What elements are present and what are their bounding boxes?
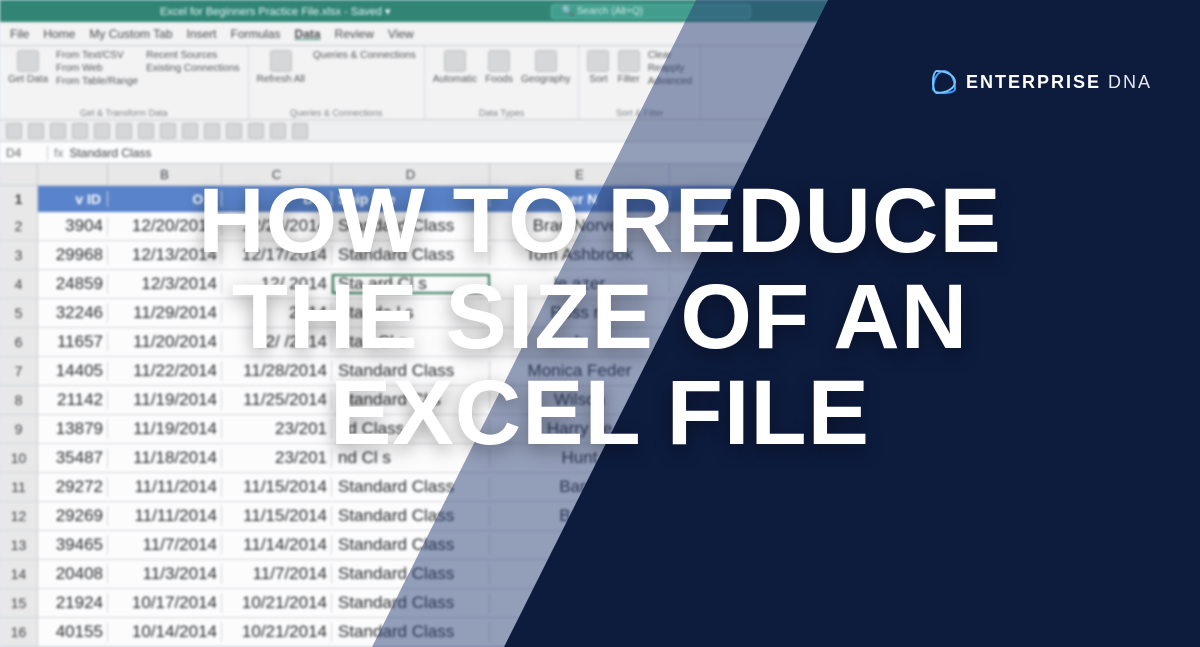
ribbon-group-queries: Refresh All Queries & Connections Querie… <box>249 46 425 119</box>
cell[interactable]: 29269 <box>38 506 108 526</box>
cell[interactable]: 20408 <box>38 564 108 584</box>
dt-automatic-label: Automatic <box>433 74 477 85</box>
from-table-range[interactable]: From Table/Range <box>56 76 138 88</box>
fx-icon[interactable]: fx <box>48 146 69 160</box>
tab-formulas[interactable]: Formulas <box>231 27 281 41</box>
filter-icon <box>618 50 640 72</box>
qat-icon[interactable] <box>182 123 198 139</box>
cell[interactable]: 11/15/2014 <box>222 477 332 497</box>
geography-icon <box>535 50 557 72</box>
dt-geography[interactable]: Geography <box>521 50 570 85</box>
row-number[interactable]: 11 <box>0 473 38 501</box>
cell[interactable]: 11/11/2014 <box>108 477 222 497</box>
get-data-icon <box>17 50 39 72</box>
dna-icon <box>932 70 956 94</box>
get-data-button[interactable]: Get Data <box>8 50 48 85</box>
cell[interactable]: 11/11/2014 <box>108 506 222 526</box>
cell[interactable]: 10/17/2014 <box>108 593 222 613</box>
tab-review[interactable]: Review <box>335 27 374 41</box>
qat-icon[interactable] <box>248 123 264 139</box>
sort-button[interactable]: Sort <box>587 50 609 85</box>
qat-icon[interactable] <box>28 123 44 139</box>
cell[interactable]: 10/21/2014 <box>222 593 332 613</box>
refresh-all-button[interactable]: Refresh All <box>257 50 305 85</box>
refresh-icon <box>270 50 292 72</box>
ribbon-group-caption: Queries & Connections <box>257 108 416 118</box>
qat-icon[interactable] <box>204 123 220 139</box>
tab-home[interactable]: Home <box>43 27 75 41</box>
cell[interactable]: 11/15/2014 <box>222 506 332 526</box>
qat-icon[interactable] <box>138 123 154 139</box>
qat-icon[interactable] <box>292 123 308 139</box>
qat-icon[interactable] <box>50 123 66 139</box>
formula-input[interactable]: Standard Class <box>69 146 151 160</box>
qat-icon[interactable] <box>72 123 88 139</box>
ribbon-group-caption: Get & Transform Data <box>8 108 240 118</box>
cell[interactable]: 11/3/2014 <box>108 564 222 584</box>
headline-line-2: THE SIZE OF AN <box>0 272 1200 362</box>
row-number[interactable]: 12 <box>0 502 38 530</box>
qat-icon[interactable] <box>270 123 286 139</box>
row-number[interactable]: 16 <box>0 618 38 646</box>
cell[interactable]: 11/7/2014 <box>222 564 332 584</box>
refresh-all-label: Refresh All <box>257 74 305 85</box>
get-data-label: Get Data <box>8 74 48 85</box>
cell[interactable]: 11/7/2014 <box>108 535 222 555</box>
qat-icon[interactable] <box>94 123 110 139</box>
cell[interactable]: 21924 <box>38 593 108 613</box>
filter-label: Filter <box>617 74 639 85</box>
cell[interactable]: 11/14/2014 <box>222 535 332 555</box>
foods-icon <box>488 50 510 72</box>
qat-icon[interactable] <box>116 123 132 139</box>
sort-label: Sort <box>589 74 607 85</box>
headline-line-3: EXCEL FILE <box>0 368 1200 458</box>
automatic-icon <box>444 50 466 72</box>
filter-button[interactable]: Filter <box>617 50 639 85</box>
tab-data[interactable]: Data <box>295 27 321 41</box>
ribbon-group-getdata: Get Data From Text/CSV From Web From Tab… <box>0 46 249 119</box>
name-box[interactable]: D4 <box>0 146 48 160</box>
row-number[interactable]: 14 <box>0 560 38 588</box>
dt-automatic[interactable]: Automatic <box>433 50 477 85</box>
ribbon-group-caption: Data Types <box>433 108 571 118</box>
from-web[interactable]: From Web <box>56 63 138 75</box>
existing-connections[interactable]: Existing Connections <box>146 63 239 75</box>
row-number[interactable]: 13 <box>0 531 38 559</box>
from-text-csv[interactable]: From Text/CSV <box>56 50 138 62</box>
dt-foods-label: Foods <box>485 74 513 85</box>
thumbnail-canvas: Excel for Beginners Practice File.xlsx -… <box>0 0 1200 647</box>
headline-text: HOW TO REDUCE THE SIZE OF AN EXCEL FILE <box>0 170 1200 464</box>
window-title: Excel for Beginners Practice File.xlsx -… <box>160 5 391 18</box>
cell[interactable]: 40155 <box>38 622 108 642</box>
queries-connections[interactable]: Queries & Connections <box>313 50 416 62</box>
qat-icon[interactable] <box>160 123 176 139</box>
tab-custom[interactable]: My Custom Tab <box>89 27 172 41</box>
brand-light: DNA <box>1108 72 1152 92</box>
tab-insert[interactable]: Insert <box>187 27 217 41</box>
dt-geography-label: Geography <box>521 74 570 85</box>
recent-sources[interactable]: Recent Sources <box>146 50 239 62</box>
dt-foods[interactable]: Foods <box>485 50 513 85</box>
cell[interactable]: 29272 <box>38 477 108 497</box>
sort-icon <box>587 50 609 72</box>
row-number[interactable]: 15 <box>0 589 38 617</box>
tab-view[interactable]: View <box>388 27 414 41</box>
cell[interactable]: 39465 <box>38 535 108 555</box>
ribbon-group-datatypes: Automatic Foods Geography Data Types <box>425 46 580 119</box>
qat-icon[interactable] <box>226 123 242 139</box>
cell[interactable]: 10/14/2014 <box>108 622 222 642</box>
cell[interactable]: 10/21/2014 <box>222 622 332 642</box>
tab-file[interactable]: File <box>10 27 29 41</box>
brand-logo: ENTERPRISE DNA <box>932 70 1152 94</box>
qat-icon[interactable] <box>6 123 22 139</box>
headline-line-1: HOW TO REDUCE <box>0 176 1200 266</box>
brand-strong: ENTERPRISE <box>966 72 1101 92</box>
